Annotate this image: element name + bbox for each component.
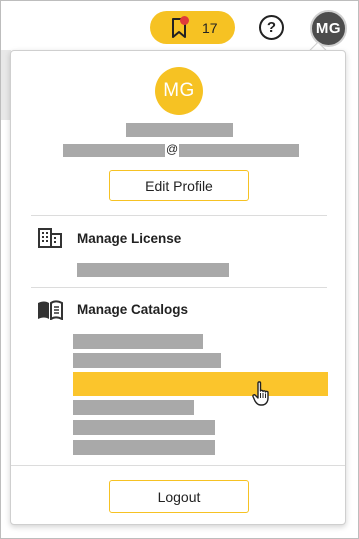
edit-profile-button[interactable]: Edit Profile [109,170,249,201]
catalog-item-selected[interactable] [73,372,328,396]
bookmarks-button[interactable]: 17 [150,11,235,44]
catalog-item[interactable] [73,440,215,455]
divider [31,215,327,216]
bookmark-count: 17 [202,19,218,36]
redacted-license-item[interactable] [77,263,229,277]
profile-initials: MG [163,80,195,101]
manage-license-title[interactable]: Manage License [77,231,181,246]
user-dropdown-panel: MG @ Edit Profile Manage License Manage … [10,50,346,525]
divider [31,287,327,288]
notification-dot [180,16,189,25]
user-initials: MG [315,20,342,37]
logout-label: Logout [157,488,201,505]
logout-button[interactable]: Logout [109,480,249,513]
catalog-item[interactable] [73,420,215,435]
catalog-item[interactable] [73,353,221,368]
profile-avatar: MG [155,67,203,115]
redacted-user-name [126,123,233,137]
help-button[interactable]: ? [259,15,284,40]
email-at-sign: @ [166,142,179,156]
divider [11,465,345,466]
open-book-icon [36,300,64,325]
catalog-item[interactable] [73,400,194,415]
help-circle-icon: ? [266,19,277,36]
redacted-email-user [63,144,165,157]
redacted-email-domain [179,144,299,157]
edit-profile-label: Edit Profile [145,177,213,194]
manage-catalogs-title[interactable]: Manage Catalogs [77,302,188,317]
catalog-item[interactable] [73,334,203,349]
building-icon [38,228,62,253]
hand-pointer-icon [252,381,272,412]
user-menu-button[interactable]: MG [310,10,347,47]
